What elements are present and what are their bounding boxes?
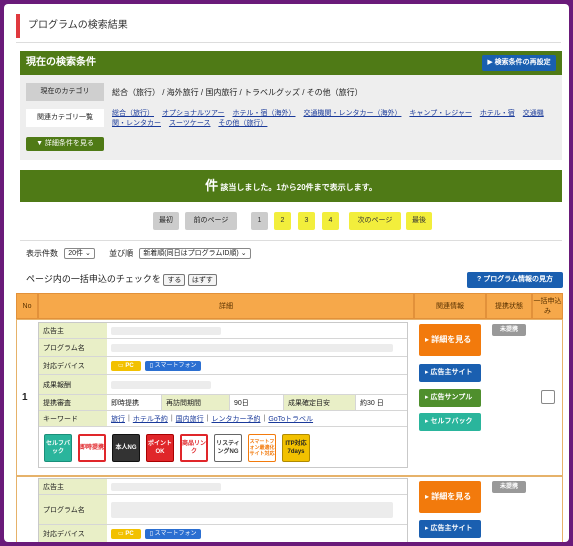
devices-label: 対応デバイス: [39, 525, 107, 542]
status-badge: 未提携: [492, 324, 526, 336]
pager-page-3[interactable]: 3: [298, 212, 315, 230]
related-category-label: 関連カテゴリ一覧: [26, 109, 104, 127]
program-guide-button[interactable]: ? プログラム情報の見方: [467, 272, 563, 288]
related-link[interactable]: 交通機関・レンタカー（海外）: [303, 110, 401, 117]
header-status: 提携状態: [486, 293, 532, 319]
current-category-value: 総合（旅行） / 海外旅行 / 国内旅行 / トラベルグッズ / その他（旅行）: [112, 88, 363, 97]
divider: [16, 42, 561, 43]
identity-ng-badge: 本人NG: [112, 434, 140, 462]
result-count-banner: 件 該当しました。1から20件まで表示します。: [20, 170, 562, 202]
confirm-period-value: 約30 日: [355, 395, 407, 410]
advertiser-value: [107, 323, 407, 339]
conditions-title: 現在の検索条件: [26, 57, 96, 68]
instant-badge: 即時提携: [78, 434, 106, 462]
ad-sample-button[interactable]: ▸ 広告サンプル: [419, 389, 481, 407]
header-related: 関連情報: [414, 293, 486, 319]
related-link[interactable]: オプショナルツアー: [162, 110, 225, 117]
advertiser-label: 広告主: [39, 479, 107, 495]
advertiser-value: [107, 479, 407, 495]
sort-controls: 表示件数 20件 ⌄ 並び順 新着順(同日はプログラムID順) ⌄: [26, 248, 251, 260]
selfback-badge: セルフバック: [44, 434, 72, 462]
result-count-text: 該当しました。1から20件まで表示します。: [218, 183, 377, 192]
pager-prev-button[interactable]: 前のページ: [185, 212, 237, 230]
program-detail-grid: 広告主 プログラム名 対応デバイス ▭ PC ▯ スマートフォン: [38, 478, 408, 542]
devices-value: ▭ PC ▯ スマートフォン: [107, 357, 407, 375]
order-label: 並び順: [109, 249, 134, 258]
advertiser-site-button[interactable]: ▸ 広告主サイト: [419, 364, 481, 382]
pager-page-1[interactable]: 1: [251, 212, 268, 230]
related-link[interactable]: 総合（旅行）: [112, 110, 154, 117]
reward-value: [107, 375, 407, 395]
main-frame: プログラムの検索結果 現在の検索条件 ▶ 検索条件の再設定 現在のカテゴリ 総合…: [4, 4, 569, 542]
listing-ng-badge: リスティングNG: [214, 434, 242, 462]
pager-page-2[interactable]: 2: [274, 212, 291, 230]
pager-first-button[interactable]: 最初: [153, 212, 179, 230]
pager-next-button[interactable]: 次のページ: [349, 212, 401, 230]
revisit-period-value: 90日: [229, 395, 283, 410]
per-page-label: 表示件数: [26, 249, 58, 258]
smartphone-site-badge: スマートフォン最適化サイト対応: [248, 434, 276, 462]
terms-row: 即時提携 再訪問期間 90日 成果確定目安 約30 日: [107, 395, 407, 411]
pager-last-button[interactable]: 最後: [406, 212, 432, 230]
selfback-button[interactable]: ▸ セルフバック: [419, 413, 481, 431]
program-name-label: プログラム名: [39, 495, 107, 525]
view-detail-button[interactable]: ▸ 詳細を見る: [419, 481, 481, 513]
keyword-link[interactable]: 国内旅行: [176, 414, 204, 424]
show-detail-conditions-button[interactable]: ▼ 詳細条件を見る: [26, 137, 104, 151]
keyword-link[interactable]: レンタカー予約: [211, 414, 260, 424]
revisit-period-label: 再訪問期間: [161, 395, 229, 410]
page-title: プログラムの検索結果: [16, 14, 128, 38]
related-link[interactable]: スーツケース: [169, 120, 211, 127]
terms-label: 提携審査: [39, 395, 107, 411]
pager-page-4[interactable]: 4: [322, 212, 339, 230]
related-category-links: 総合（旅行） オプショナルツアー ホテル・宿（海外） 交通機関・レンタカー（海外…: [112, 109, 552, 129]
point-ok-badge: ポイントOK: [146, 434, 174, 462]
search-conditions-header: 現在の検索条件 ▶ 検索条件の再設定: [20, 51, 562, 75]
smartphone-device-badge: ▯ スマートフォン: [144, 528, 202, 539]
header-no: No: [16, 293, 38, 319]
bulk-check-row: ページ内の一括申込のチェックを する はずす: [26, 272, 217, 286]
status-badge: 未提携: [492, 481, 526, 493]
keyword-link[interactable]: ホテル予約: [133, 414, 168, 424]
advertiser-label: 広告主: [39, 323, 107, 339]
re-search-button[interactable]: ▶ 検索条件の再設定: [482, 55, 556, 71]
pc-device-badge: ▭ PC: [111, 528, 141, 539]
related-link[interactable]: ホテル・宿: [480, 110, 515, 117]
result-count-unit: 件: [205, 178, 219, 193]
confirm-period-label: 成果確定目安: [283, 395, 355, 410]
header-bulk: 一括申込み: [532, 293, 563, 319]
advertiser-site-button[interactable]: ▸ 広告主サイト: [419, 520, 481, 538]
program-name-value: [107, 339, 407, 357]
review-type: 即時提携: [111, 399, 139, 407]
itp-badge: ITP対応 7days: [282, 434, 310, 462]
bulk-apply-checkbox[interactable]: [541, 390, 555, 404]
keyword-label: キーワード: [39, 411, 107, 427]
smartphone-device-badge: ▯ スマートフォン: [144, 360, 202, 371]
keyword-link[interactable]: 旅行: [111, 414, 125, 424]
order-select[interactable]: 新着順(同日はプログラムID順) ⌄: [139, 248, 251, 260]
program-name-value: [107, 495, 407, 525]
devices-value: ▭ PC ▯ スマートフォン: [107, 525, 407, 542]
keyword-link[interactable]: GoToトラベル: [268, 414, 313, 424]
keyword-list: 旅行 | ホテル予約 | 国内旅行 | レンタカー予約 | GoToトラベル: [107, 411, 407, 427]
bulk-check-text: ページ内の一括申込のチェックを: [26, 274, 161, 284]
search-conditions-body: 現在のカテゴリ 総合（旅行） / 海外旅行 / 国内旅行 / トラベルグッズ /…: [20, 75, 562, 160]
product-link-badge: 商品リンク: [180, 434, 208, 462]
current-category-label: 現在のカテゴリ: [26, 83, 104, 101]
uncheck-all-button[interactable]: はずす: [187, 273, 217, 286]
program-name-label: プログラム名: [39, 339, 107, 357]
reward-label: 成果報酬: [39, 375, 107, 395]
related-link[interactable]: キャンプ・レジャー: [409, 110, 471, 117]
related-link[interactable]: その他（旅行）: [218, 120, 267, 127]
row-number: 1: [22, 392, 28, 403]
devices-label: 対応デバイス: [39, 357, 107, 375]
divider: [20, 240, 562, 241]
header-detail: 詳細: [38, 293, 414, 319]
view-detail-button[interactable]: ▸ 詳細を見る: [419, 324, 481, 356]
per-page-select[interactable]: 20件 ⌄: [64, 248, 95, 260]
check-all-button[interactable]: する: [163, 273, 186, 286]
pc-device-badge: ▭ PC: [111, 360, 141, 371]
related-link[interactable]: ホテル・宿（海外）: [233, 110, 296, 117]
